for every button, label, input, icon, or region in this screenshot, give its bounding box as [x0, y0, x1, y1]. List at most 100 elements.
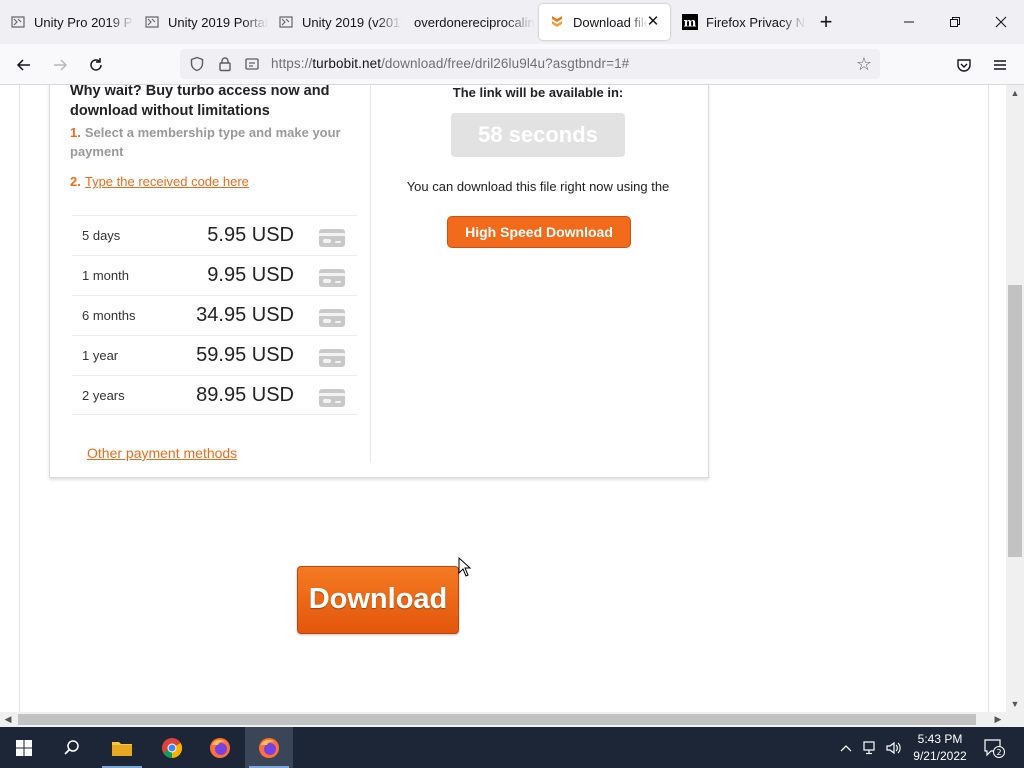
- pocket-icon: [957, 59, 971, 72]
- plan-period: 1 month: [82, 268, 129, 283]
- windows-taskbar: 5:43 PM 9/21/2022 2: [0, 727, 1024, 768]
- tab-unity-portable[interactable]: Unity 2019 Portable: [134, 4, 268, 40]
- credit-card-icon[interactable]: [319, 389, 345, 407]
- bookmark-star-icon[interactable]: ☆: [854, 54, 874, 74]
- plan-period: 2 years: [82, 387, 125, 403]
- scroll-corner: [1006, 712, 1024, 727]
- new-tab-button[interactable]: +: [814, 10, 838, 34]
- url-domain: turbobit.net: [312, 56, 382, 71]
- tab-overdone[interactable]: overdonereciprocalin: [402, 4, 536, 40]
- tab-unity-v2019[interactable]: Unity 2019 (v2019: [268, 4, 402, 40]
- tray-overflow-chevron-icon[interactable]: [836, 727, 856, 768]
- firefox-icon[interactable]: [196, 727, 244, 768]
- credit-card-icon[interactable]: [319, 229, 345, 247]
- pocket-button[interactable]: [950, 51, 978, 79]
- credit-card-icon[interactable]: [319, 309, 345, 327]
- scroll-down-icon[interactable]: ▼: [1006, 696, 1024, 712]
- lock-icon[interactable]: [216, 55, 234, 73]
- back-arrow-icon: [16, 59, 30, 71]
- horizontal-scroll-thumb[interactable]: [18, 714, 976, 725]
- unity-tab-icon: [278, 14, 294, 30]
- plan-row[interactable]: 2 years 89.95 USD: [72, 375, 357, 415]
- tab-firefox-privacy[interactable]: m Firefox Privacy Notice: [672, 4, 806, 40]
- download-button[interactable]: Download: [297, 566, 459, 634]
- clock-time: 5:43 PM: [917, 732, 963, 746]
- hamburger-menu-icon: [994, 60, 1006, 70]
- unity-tab-icon: [144, 14, 160, 30]
- clock-date: 9/21/2022: [913, 749, 967, 763]
- file-explorer-icon[interactable]: [98, 727, 146, 768]
- plan-row[interactable]: 6 months 34.95 USD: [72, 295, 357, 335]
- address-bar[interactable]: https://turbobit.net/download/free/dril2…: [180, 49, 880, 79]
- close-icon: [995, 16, 1007, 28]
- search-icon[interactable]: [48, 727, 96, 768]
- firefox-active-icon[interactable]: [245, 727, 293, 768]
- close-window-button[interactable]: [978, 0, 1024, 44]
- mouse-cursor-icon: [458, 557, 472, 577]
- enter-code-link[interactable]: Type the received code here: [85, 174, 249, 189]
- download-now-label: You can download this file right now usi…: [406, 179, 670, 194]
- wait-label: The link will be available in:: [452, 85, 624, 100]
- high-speed-download-button[interactable]: High Speed Download: [447, 216, 631, 248]
- unity-tab-icon: [10, 14, 26, 30]
- plan-period: 5 days: [82, 228, 121, 243]
- notification-count: 2: [996, 748, 1001, 757]
- plan-period: 6 months: [82, 308, 136, 323]
- forward-button[interactable]: [46, 51, 74, 79]
- restore-button[interactable]: [932, 0, 978, 44]
- page-content: Why wait? Buy turbo access now and downl…: [0, 85, 1006, 712]
- step-2: 2. Type the received code here: [70, 172, 360, 191]
- plan-price: 89.95 USD: [196, 383, 294, 406]
- reload-button[interactable]: [82, 51, 110, 79]
- back-button[interactable]: [10, 51, 38, 79]
- plan-row[interactable]: 1 year 59.95 USD: [72, 335, 357, 375]
- minimize-icon: [904, 21, 914, 23]
- plan-price: 34.95 USD: [196, 304, 294, 326]
- plan-row[interactable]: 5 days 5.95 USD: [72, 215, 357, 255]
- turbo-promo-title: Why wait? Buy turbo access now and downl…: [70, 85, 330, 119]
- step-2-number: 2.: [70, 174, 81, 189]
- restore-icon: [950, 17, 960, 27]
- turbobit-tab-icon: [549, 14, 565, 30]
- url-text[interactable]: https://turbobit.net/download/free/dril2…: [271, 56, 629, 71]
- shield-icon[interactable]: [188, 55, 206, 73]
- credit-card-icon[interactable]: [319, 349, 345, 367]
- windows-start-icon[interactable]: [0, 727, 48, 768]
- scroll-right-icon[interactable]: ▶: [990, 712, 1006, 727]
- menu-button[interactable]: [986, 51, 1014, 79]
- page-border: [988, 85, 989, 712]
- tab-download-file[interactable]: Download file ✕: [539, 4, 670, 40]
- vertical-scrollbar[interactable]: ▲ ▼: [1006, 85, 1024, 712]
- plan-price: 5.95 USD: [207, 224, 294, 246]
- plan-row[interactable]: 1 month 9.95 USD: [72, 255, 357, 295]
- step-1-number: 1.: [70, 125, 81, 140]
- network-icon[interactable]: [860, 727, 882, 768]
- plan-period: 1 year: [82, 348, 119, 363]
- scroll-up-icon[interactable]: ▲: [1006, 85, 1024, 101]
- membership-plans: 5 days 5.95 USD 1 month 9.95 USD 6 month…: [72, 215, 357, 415]
- page-info-icon[interactable]: [243, 55, 261, 73]
- close-tab-icon[interactable]: ✕: [644, 13, 662, 31]
- other-payment-methods-link[interactable]: Other payment methods: [87, 445, 237, 461]
- horizontal-scrollbar[interactable]: ◀ ▶: [0, 712, 1006, 727]
- download-panel: Why wait? Buy turbo access now and downl…: [49, 85, 709, 478]
- scroll-left-icon[interactable]: ◀: [0, 712, 16, 727]
- forward-arrow-icon: [54, 59, 68, 71]
- column-divider: [370, 85, 371, 463]
- credit-card-icon[interactable]: [319, 269, 345, 287]
- url-prefix: https://: [271, 56, 313, 71]
- plan-price: 59.95 USD: [196, 344, 294, 366]
- tab-strip: Unity Pro 2019 Portable Unity 2019 Porta…: [0, 0, 1024, 44]
- volume-icon[interactable]: [884, 727, 904, 768]
- url-path: /download/free/dril26lu9l4u?asgtbndr=1#: [381, 56, 630, 71]
- tab-unity-pro[interactable]: Unity Pro 2019 Portable: [0, 4, 134, 40]
- svg-text:m: m: [684, 16, 697, 30]
- notifications-icon[interactable]: 2: [982, 727, 1006, 768]
- system-clock[interactable]: 5:43 PM 9/21/2022: [905, 731, 975, 765]
- page-border: [19, 85, 20, 712]
- minimize-button[interactable]: [886, 0, 932, 44]
- vertical-scroll-thumb[interactable]: [1008, 285, 1022, 557]
- mozilla-tab-icon: m: [682, 14, 698, 30]
- navigation-bar: https://turbobit.net/download/free/dril2…: [0, 44, 1024, 85]
- chrome-icon[interactable]: [148, 727, 196, 768]
